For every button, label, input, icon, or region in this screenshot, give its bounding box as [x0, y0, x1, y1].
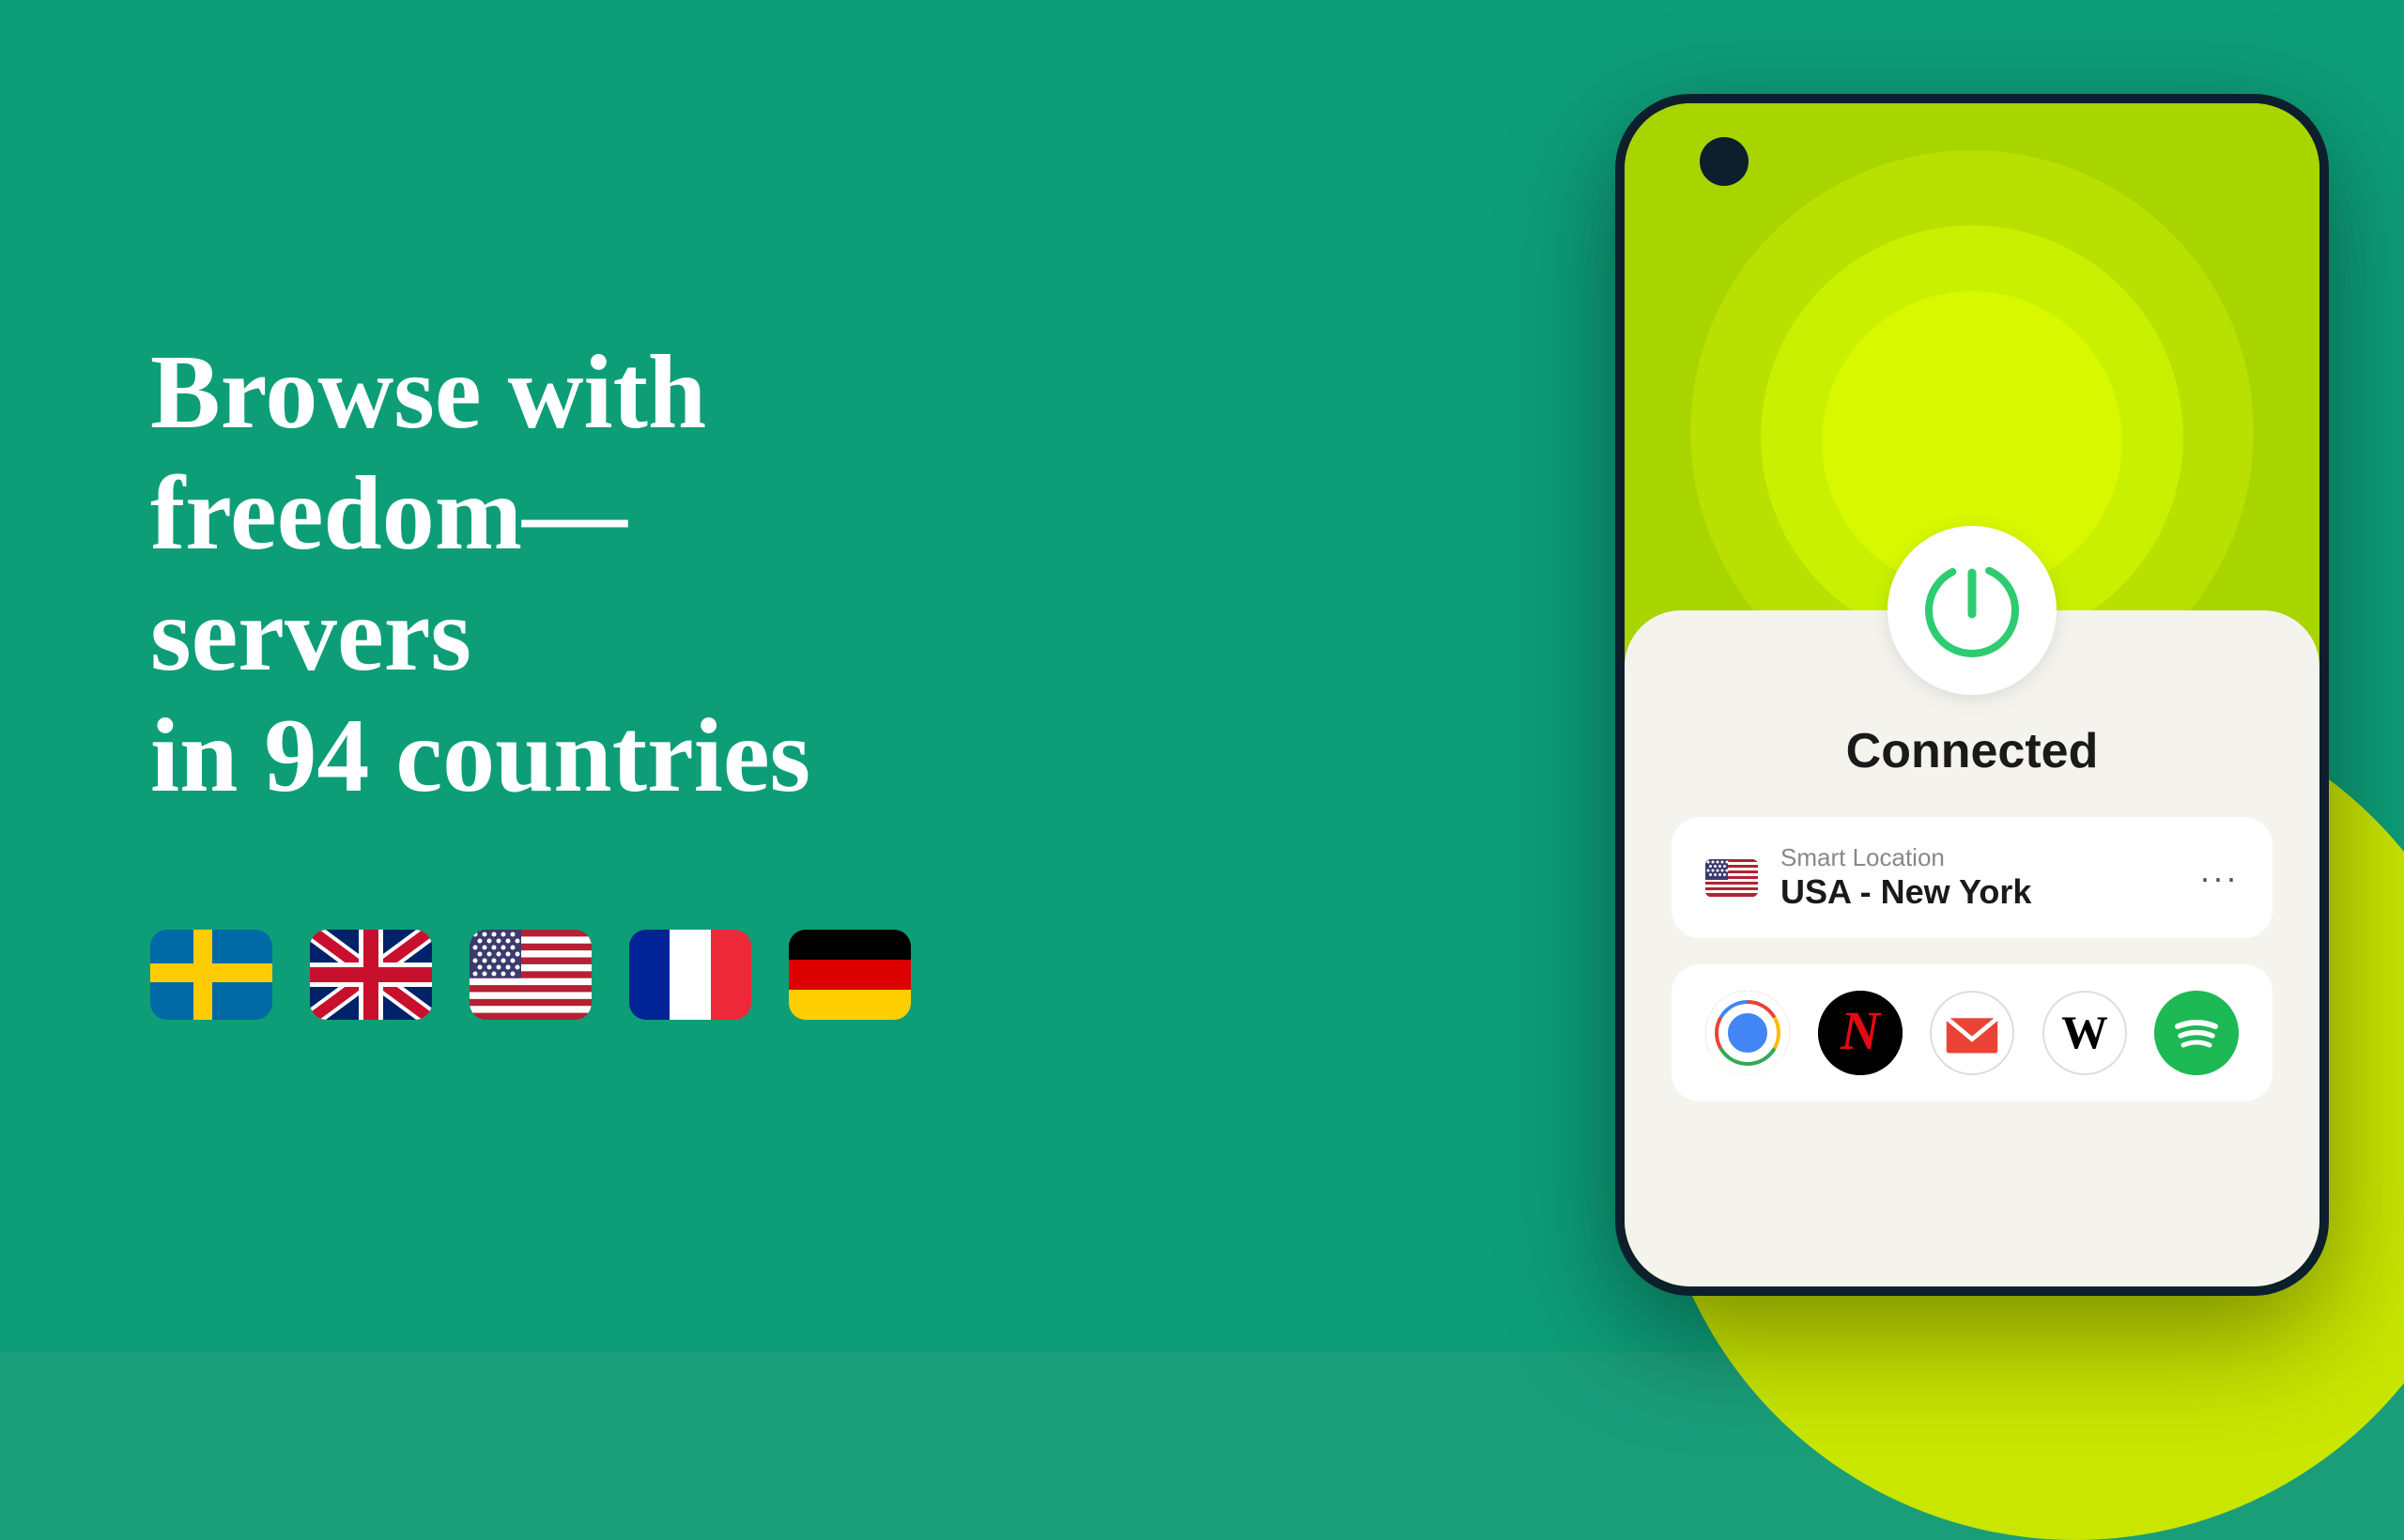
app-chrome-icon[interactable]	[1705, 991, 1790, 1075]
app-wikipedia-icon[interactable]: W	[2042, 991, 2127, 1075]
flag-sweden	[150, 930, 272, 1020]
background: Browse with freedom— servers in 94 count…	[0, 0, 2404, 1352]
headline-line3: in 94 countries	[150, 698, 810, 814]
left-content: Browse with freedom— servers in 94 count…	[0, 332, 1371, 1019]
flags-row	[150, 930, 1371, 1020]
app-icons-card: N	[1672, 964, 2273, 1101]
headline: Browse with freedom— servers in 94 count…	[150, 332, 902, 816]
flag-france-white	[670, 930, 710, 1020]
svg-text:N: N	[1840, 1000, 1882, 1061]
flag-france	[629, 930, 751, 1020]
headline-line2: freedom— servers	[150, 455, 627, 693]
flag-germany-red	[789, 960, 911, 990]
location-label: Smart Location	[1780, 843, 2031, 872]
flag-germany	[789, 930, 911, 1020]
svg-text:W: W	[2061, 1007, 2108, 1058]
flag-germany-gold	[789, 990, 911, 1020]
more-options-button[interactable]: ···	[2199, 858, 2239, 898]
location-flag	[1705, 859, 1758, 897]
phone-panel: Connected	[1625, 610, 2319, 1286]
power-button[interactable]	[1888, 526, 2057, 695]
flag-france-red	[711, 930, 751, 1020]
right-content: Connected	[1371, 0, 2404, 1352]
flag-us	[470, 930, 592, 1020]
app-netflix-icon[interactable]: N	[1818, 991, 1903, 1075]
flag-uk	[310, 930, 432, 1020]
app-spotify-icon[interactable]	[2154, 991, 2239, 1075]
phone-mockup: Connected	[1615, 94, 2329, 1296]
location-left: Smart Location USA - New York	[1705, 843, 2031, 912]
location-info: Smart Location USA - New York	[1780, 843, 2031, 912]
flag-france-blue	[629, 930, 670, 1020]
flag-germany-black	[789, 930, 911, 960]
phone-background: Connected	[1625, 103, 2319, 1286]
location-card[interactable]: Smart Location USA - New York ···	[1672, 817, 2273, 938]
connected-status: Connected	[1846, 723, 2099, 779]
location-value: USA - New York	[1780, 872, 2031, 912]
phone-camera	[1700, 137, 1749, 186]
app-gmail-icon[interactable]	[1930, 991, 2014, 1075]
phone-screen: Connected	[1625, 103, 2319, 1286]
headline-line1: Browse with	[150, 334, 706, 451]
